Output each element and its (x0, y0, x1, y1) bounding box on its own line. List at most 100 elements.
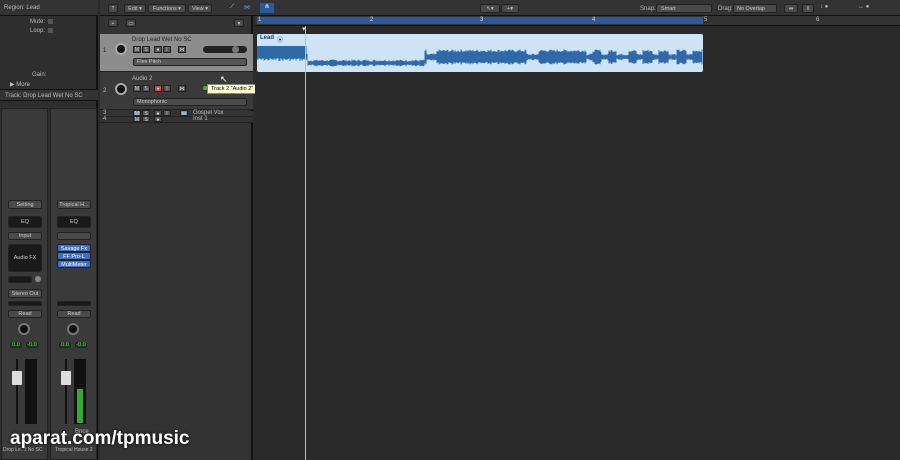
audio-fx-slot[interactable]: Audio FX (8, 244, 42, 272)
input-button[interactable]: Input (8, 232, 42, 240)
track-name[interactable]: Drop Lead Wet No SC (132, 37, 192, 43)
solo-button[interactable]: S (142, 116, 150, 123)
track-row[interactable]: 2 Audio 2 M S ● I ⋈ Monophonic Track 2 "… (100, 72, 258, 110)
playhead[interactable] (305, 26, 306, 460)
track-number: 1 (103, 48, 107, 54)
output-button[interactable]: Stereo Out (8, 289, 42, 298)
meter-level (77, 389, 83, 423)
automation-curve-icon[interactable]: ⟋ (230, 4, 234, 11)
region-name: Lead (260, 35, 275, 41)
drag-dropdown[interactable]: No Overlap (733, 4, 777, 13)
eq-button[interactable]: EQ (8, 216, 42, 228)
flex-icon[interactable]: ⋈ (178, 46, 186, 53)
mouse-cursor-icon: ↖ (220, 74, 228, 84)
pointer-tool[interactable]: ↖▾ (480, 4, 500, 13)
input-monitor-button[interactable]: I (163, 46, 171, 53)
view-label: View (191, 6, 204, 12)
toolbar: ⇡ Edit ▾ Functions ▾ View ▾ ⟋ ⋈ ⋔ ↖▾ +▾ … (100, 0, 900, 16)
record-button[interactable]: ● (154, 116, 162, 123)
functions-label: Functions (152, 6, 177, 12)
track-number: 2 (103, 88, 107, 94)
automation-mode-button[interactable]: Read (8, 310, 42, 318)
marquee-tool[interactable]: +▾ (501, 4, 519, 13)
mute-checkbox[interactable] (48, 19, 53, 24)
pan-knob-icon[interactable] (67, 323, 79, 335)
mute-button[interactable]: M (133, 46, 141, 53)
folder-icon[interactable]: ▭ (126, 19, 136, 27)
zoom-vertical-icon[interactable]: ⇳ (802, 4, 814, 13)
ruler-tick: 4 (592, 17, 596, 23)
global-tracks-icon[interactable]: ▾ (234, 19, 244, 27)
automation-mode-button[interactable]: Read (57, 310, 91, 318)
track-inspector-title: Track: Drop Lead Wet No SC (5, 93, 83, 99)
track-inspector-header[interactable]: Track: Drop Lead Wet No SC (0, 89, 98, 101)
send-knob-icon[interactable] (35, 276, 41, 282)
track-number: 4 (103, 116, 107, 122)
volume-slider[interactable] (203, 46, 247, 53)
horizontal-zoom-slider[interactable]: ↔ ● (858, 4, 869, 10)
volume-fader[interactable] (12, 371, 22, 385)
vertical-zoom-slider[interactable]: ↕ ● (820, 4, 828, 10)
flex-icon[interactable]: ⋈ (178, 85, 186, 92)
tracks-area[interactable]: 1 2 3 4 5 6 Lead ⦿ ▾ (255, 16, 900, 460)
setting-button[interactable]: Setting (8, 200, 42, 209)
loop-checkbox[interactable] (48, 28, 53, 33)
plugin-slot[interactable]: FF Pro-L (57, 252, 91, 260)
plugin-slot[interactable]: MultiMeter (57, 260, 91, 268)
record-button[interactable]: ● (154, 46, 162, 53)
region-inspector-header[interactable]: Region: Lead (0, 0, 98, 16)
add-track-button[interactable]: + (108, 19, 118, 27)
ruler-tick: 3 (480, 17, 484, 23)
flex-mode-dropdown[interactable]: Flex Pitch (133, 58, 247, 66)
pan-knob-icon[interactable] (18, 323, 30, 335)
edit-label: Edit (128, 6, 138, 12)
link-button[interactable] (57, 232, 91, 240)
plugin-slot[interactable]: Savage Fx (57, 244, 91, 252)
peak-readout: -0.0 (75, 342, 87, 348)
group-slot[interactable] (8, 301, 42, 306)
ruler-tick: 2 (370, 17, 374, 23)
loop-label: Loop: (30, 28, 46, 34)
view-menu[interactable]: View ▾ (188, 4, 212, 13)
edit-menu[interactable]: Edit ▾ (124, 4, 146, 13)
track-name[interactable]: Audio 2 (132, 76, 152, 82)
audio-region[interactable]: Lead ⦿ (257, 34, 703, 72)
solo-button[interactable]: S (142, 85, 150, 92)
track-row[interactable]: 4 M S ● Inst 1 (100, 116, 253, 123)
back-arrow-icon[interactable]: ⇡ (108, 4, 118, 13)
snap-dropdown[interactable]: Smart (656, 4, 712, 13)
input-monitor-button[interactable]: I (163, 85, 171, 92)
solo-button[interactable]: S (142, 46, 150, 53)
eq-button[interactable]: EQ (57, 216, 91, 228)
group-slot[interactable] (57, 301, 91, 306)
input-monitor-button[interactable]: I (163, 110, 171, 117)
mute-button[interactable]: M (133, 85, 141, 92)
track-name[interactable]: Inst 1 (193, 116, 208, 122)
volume-slider-thumb (232, 46, 239, 53)
volume-fader[interactable] (61, 371, 71, 385)
fader-track (16, 359, 18, 424)
watermark: aparat.com/tpmusic (10, 428, 190, 449)
input-monitor-icon[interactable] (115, 83, 127, 95)
flex-icon[interactable]: ⋈ (244, 4, 250, 11)
sends-slot[interactable] (8, 276, 32, 283)
functions-menu[interactable]: Functions ▾ (148, 4, 186, 13)
playhead-handle-icon[interactable]: ▾ (302, 25, 306, 33)
mute-button[interactable]: M (133, 116, 141, 123)
ruler[interactable]: 1 2 3 4 5 6 (255, 16, 900, 26)
gain-label: Gain: (32, 72, 47, 78)
channel-strip-output: Tropical H... EQ Savage Fx FF Pro-L Mult… (50, 108, 97, 460)
region-inspector-title: Region: Lead (4, 5, 40, 11)
mute-label: Mute: (30, 19, 46, 25)
zoom-horizontal-icon[interactable]: ⇹ (784, 4, 798, 13)
track-row[interactable]: 1 Drop Lead Wet No SC M S ● I ⋈ Flex Pit… (100, 34, 253, 72)
flex-icon[interactable]: ⋈ (180, 110, 188, 117)
flex-mode-dropdown[interactable]: Monophonic (133, 98, 247, 106)
peak-readout: -0.0 (26, 342, 38, 348)
setting-button[interactable]: Tropical H... (57, 200, 91, 209)
tooltip: Track 2 "Audio 2" (207, 84, 258, 94)
catch-icon[interactable]: ⋔ (260, 3, 274, 13)
record-button[interactable]: ● (154, 85, 162, 92)
input-monitor-icon[interactable] (115, 43, 127, 55)
more-disclosure[interactable]: ▶ More (10, 81, 30, 88)
